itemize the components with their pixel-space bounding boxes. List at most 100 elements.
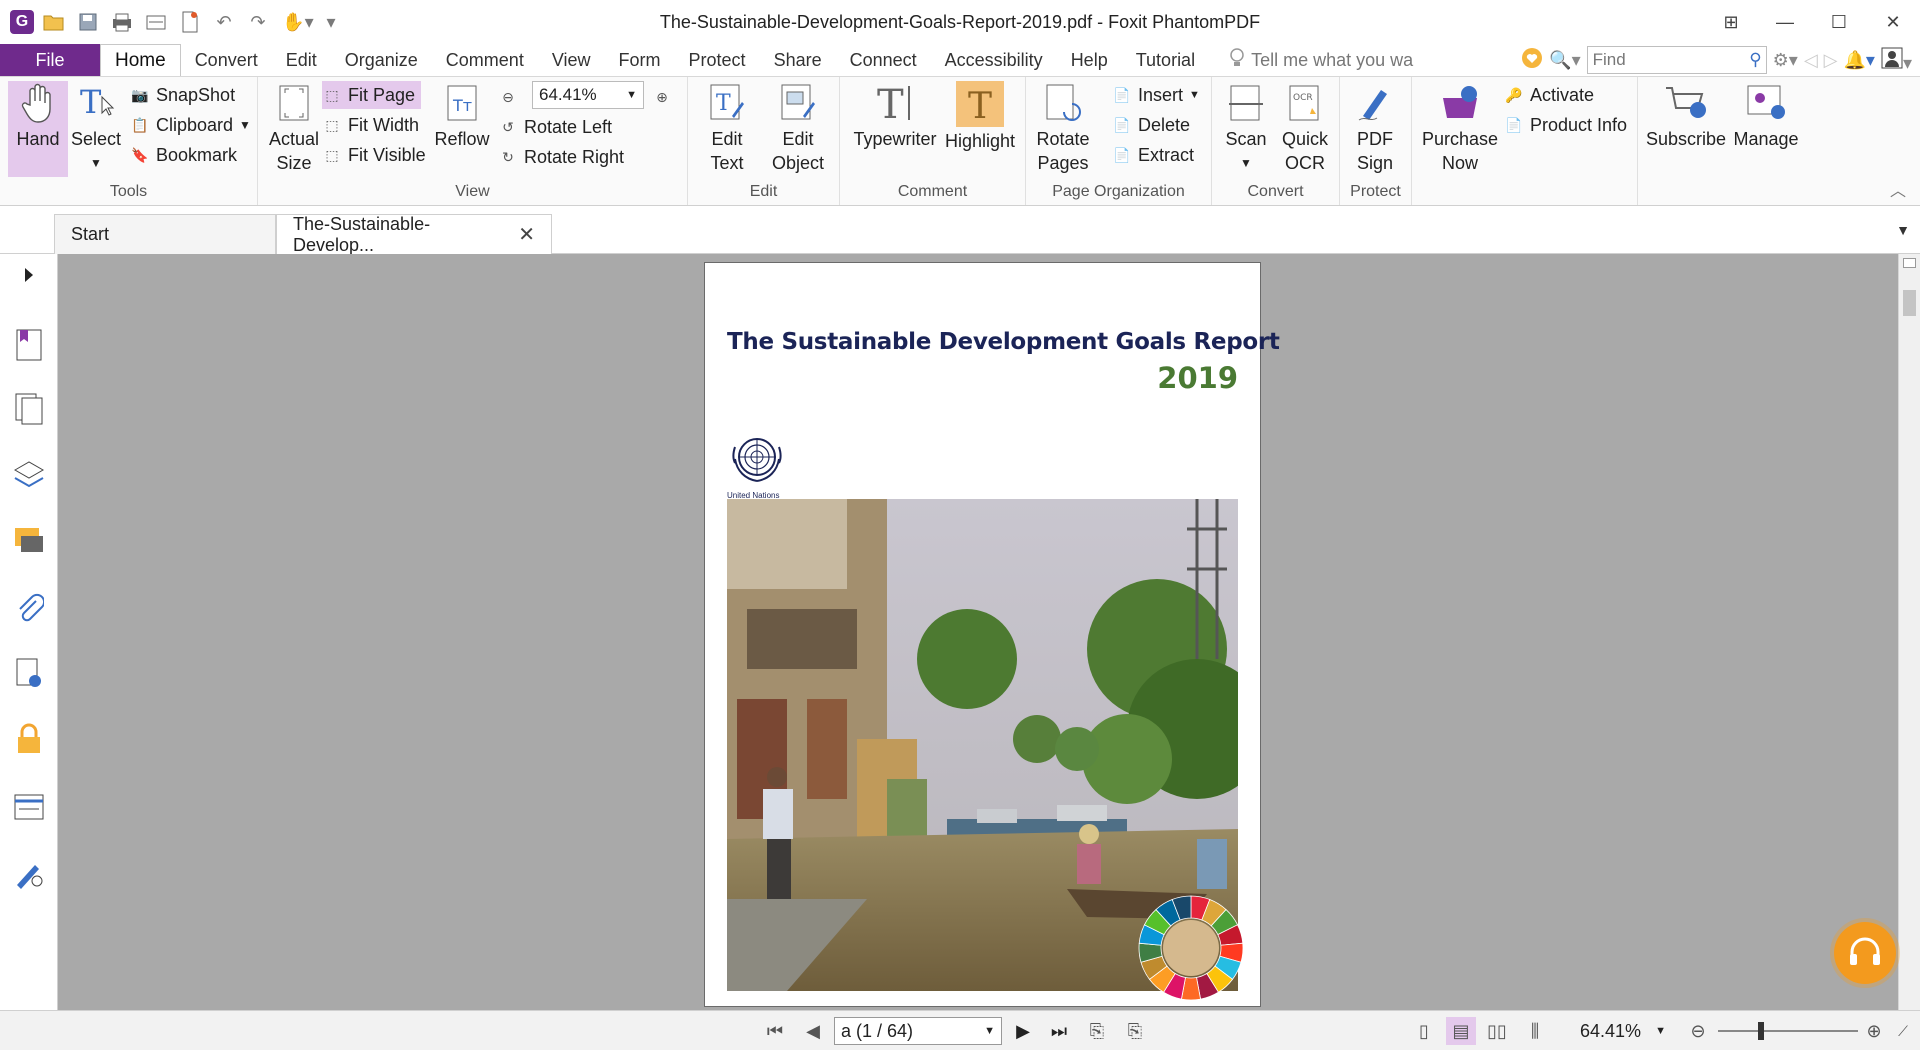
typewriter-button[interactable]: T Typewriter [850,81,940,151]
undo-icon[interactable]: ↶ [210,8,238,36]
zoom-level[interactable]: 64.41% ▼ [1580,1017,1666,1045]
zoom-in-icon[interactable]: ⊕ [1862,1017,1886,1045]
headset-icon[interactable] [1834,922,1896,984]
purchase-now-button[interactable]: Purchase Now [1420,81,1500,175]
pdf-page[interactable]: The Sustainable Development Goals Report… [704,262,1280,1007]
snapshot-button[interactable]: 📷 SnapShot [130,81,235,109]
tab-file[interactable]: File [0,44,100,76]
continuous-facing-icon[interactable]: ⫼ [1520,1017,1550,1045]
zoom-slider-handle[interactable] [1758,1022,1764,1040]
actual-size-button[interactable]: Actual Size [264,81,324,175]
reflow-button[interactable]: Tт Reflow [434,81,490,151]
product-info-button[interactable]: 📄 Product Info [1504,111,1627,139]
layers-icon[interactable] [10,456,48,494]
destinations-icon[interactable] [10,854,48,892]
pdf-sign-button[interactable]: PDF Sign [1342,81,1408,175]
hand-tool-dropdown-icon[interactable]: ✋▾ [278,8,318,36]
fit-page-button[interactable]: ⬚ Fit Page [322,81,422,109]
scroll-up-icon[interactable] [1903,258,1916,268]
close-window-button[interactable]: ✕ [1866,0,1920,44]
user-icon[interactable]: ▾ [1881,47,1912,74]
bell-icon[interactable]: 🔔▾ [1844,50,1875,71]
tab-form[interactable]: Form [605,44,675,76]
redo-icon[interactable]: ↷ [244,8,272,36]
zoom-in-button[interactable]: ⊕ [652,83,672,111]
previous-page-icon[interactable]: ◀ [800,1017,826,1045]
forward-arrow-icon[interactable]: ▷ [1824,50,1838,71]
page-number-input[interactable]: a (1 / 64) ▼ [834,1017,1002,1045]
highlight-button[interactable]: T Highlight [940,81,1020,153]
pages-icon[interactable] [10,390,48,428]
continuous-page-icon[interactable]: ▤ [1446,1017,1476,1045]
tab-edit[interactable]: Edit [272,44,331,76]
save-icon[interactable] [74,8,102,36]
find-options-icon[interactable]: 🔍▾ [1549,50,1580,71]
zoom-select[interactable]: 64.41% ▼ [532,81,644,109]
app-logo-icon[interactable]: G [10,10,34,34]
tab-home[interactable]: Home [100,44,181,76]
fit-width-button[interactable]: ⬚ Fit Width [322,111,419,139]
tab-list-dropdown-icon[interactable]: ▼ [1896,222,1910,238]
like-icon[interactable] [1521,47,1543,74]
rotate-right-button[interactable]: ↻ Rotate Right [498,143,624,171]
bookmarks-panel-icon[interactable] [10,326,48,364]
open-icon[interactable] [40,8,68,36]
gear-icon[interactable]: ⚙▾ [1773,50,1798,71]
restore-layout-icon[interactable]: ⊞ [1704,0,1758,44]
zoom-slider[interactable] [1718,1022,1858,1040]
tab-organize[interactable]: Organize [331,44,432,76]
bookmark-button[interactable]: 🔖 Bookmark [130,141,237,169]
collapse-ribbon-icon[interactable]: ︿ [1890,177,1906,201]
zoom-out-button[interactable]: ⊖ [498,83,518,111]
last-page-icon[interactable]: ⏭ [1044,1017,1074,1045]
print-icon[interactable] [108,8,136,36]
comments-icon[interactable] [10,522,48,560]
previous-view-icon[interactable]: ⎘ [1084,1017,1110,1045]
fit-visible-button[interactable]: ⬚ Fit Visible [322,141,425,169]
minimize-button[interactable]: — [1758,0,1812,44]
vertical-scrollbar[interactable] [1898,254,1920,1010]
tab-view[interactable]: View [538,44,605,76]
tab-connect[interactable]: Connect [836,44,931,76]
scan-icon[interactable] [142,8,170,36]
tab-convert[interactable]: Convert [181,44,272,76]
tell-me-box[interactable]: Tell me what you wa [1209,44,1419,76]
attachment-icon[interactable] [10,588,48,626]
zoom-out-icon[interactable]: ⊖ [1686,1017,1710,1045]
tab-help[interactable]: Help [1057,44,1122,76]
manage-button[interactable]: Manage [1730,81,1802,151]
tab-accessibility[interactable]: Accessibility [931,44,1057,76]
rotate-left-button[interactable]: ↺ Rotate Left [498,113,612,141]
quick-ocr-button[interactable]: OCR Quick OCR [1274,81,1336,175]
expand-panel-icon[interactable] [10,262,48,288]
scroll-thumb[interactable] [1903,290,1916,316]
new-document-icon[interactable] [176,8,204,36]
form-fields-icon[interactable] [10,788,48,826]
document-workspace[interactable]: The Sustainable Development Goals Report… [58,254,1898,1010]
signature-panel-icon[interactable] [10,654,48,692]
extract-button[interactable]: 📄 Extract [1112,141,1194,169]
find-input[interactable]: Find ⚲ [1586,46,1767,74]
lock-icon[interactable] [10,720,48,758]
select-button[interactable]: T Select ▼ [66,81,126,175]
tab-share[interactable]: Share [760,44,836,76]
delete-button[interactable]: 📄 Delete [1112,111,1190,139]
insert-button[interactable]: 📄 Insert ▼ [1112,81,1200,109]
tab-comment[interactable]: Comment [432,44,538,76]
customize-qat-icon[interactable]: ▾ [324,8,338,36]
single-page-icon[interactable]: ▯ [1410,1017,1438,1045]
tab-start[interactable]: Start [54,214,276,254]
back-arrow-icon[interactable]: ◁ [1804,50,1818,71]
subscribe-button[interactable]: Subscribe [1646,81,1726,151]
scan-button[interactable]: Scan ▼ [1216,81,1276,175]
next-page-icon[interactable]: ▶ [1010,1017,1036,1045]
activate-button[interactable]: 🔑 Activate [1504,81,1594,109]
close-icon[interactable]: ✕ [518,222,535,247]
tab-document[interactable]: The-Sustainable-Develop... ✕ [276,214,552,255]
first-page-icon[interactable]: ⏮ [762,1017,788,1045]
tab-tutorial[interactable]: Tutorial [1122,44,1209,76]
resize-grip-icon[interactable]: ⟋ [1892,1017,1914,1045]
edit-object-button[interactable]: Edit Object [762,81,834,175]
rotate-pages-button[interactable]: Rotate Pages [1030,81,1096,175]
next-view-icon[interactable]: ⎘ [1122,1017,1148,1045]
